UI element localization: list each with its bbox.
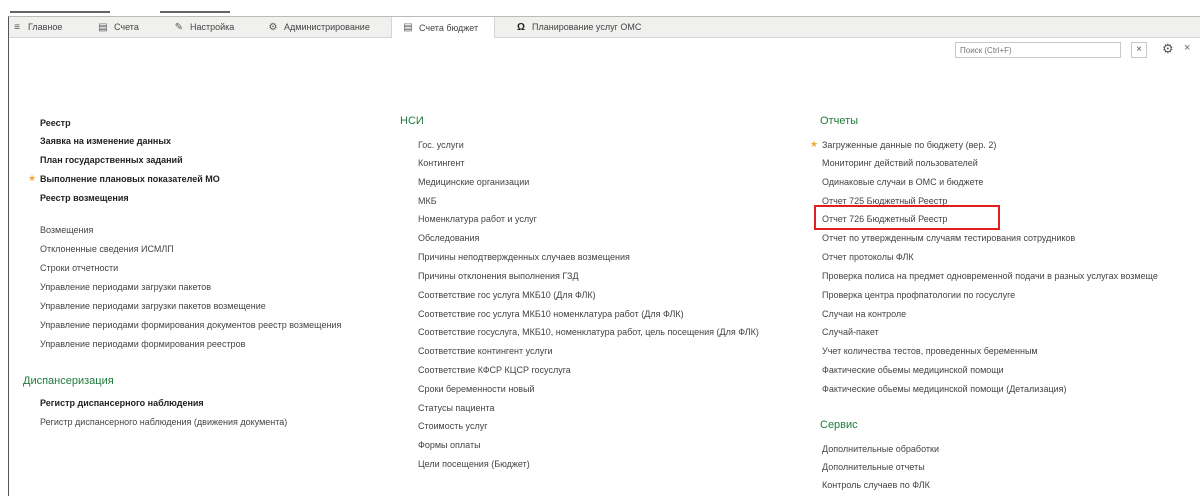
menu-link[interactable]: Номенклатура работ и услуг — [418, 214, 537, 224]
menu-link[interactable]: Соответствие гос услуга МКБ10 номенклату… — [418, 309, 684, 319]
menu-link[interactable]: Заявка на изменение данных — [40, 136, 171, 146]
menu-link[interactable]: Контингент — [418, 158, 465, 168]
menu-link[interactable]: Дополнительные обработки — [822, 444, 939, 454]
menu-link[interactable]: Причины неподтвержденных случаев возмеще… — [418, 252, 630, 262]
top-strip — [0, 0, 1200, 16]
menu-link[interactable]: Управление периодами загрузки пакетов — [40, 282, 211, 292]
tab-oms-planning[interactable]: Ω Планирование услуг ОМС — [515, 17, 641, 37]
menu-link[interactable]: Соответствие гос услуга МКБ10 (Для ФЛК) — [418, 290, 596, 300]
menu-link[interactable]: Цели посещения (Бюджет) — [418, 459, 530, 469]
menu-link[interactable]: Случай-пакет — [822, 327, 879, 337]
tab-settings[interactable]: ✎ Настройка — [173, 17, 235, 37]
menu-link[interactable]: Возмещения — [40, 225, 93, 235]
close-icon[interactable]: × — [1184, 42, 1190, 54]
omega-icon: Ω — [516, 21, 526, 33]
menu-link[interactable]: Формы оплаты — [418, 440, 481, 450]
section-title: Отчеты — [820, 115, 859, 127]
tab-label: Счета — [114, 22, 139, 32]
menu-link[interactable]: Регистр диспансерного наблюдения — [40, 398, 204, 408]
wrench-icon: ✎ — [174, 21, 184, 33]
menu-link[interactable]: Одинаковые случаи в ОМС и бюджете — [822, 177, 983, 187]
tab-accounts[interactable]: ▤ Счета — [97, 17, 139, 37]
document-icon: ▤ — [98, 21, 108, 33]
menu-link[interactable]: Проверка центра профпатологии по госуслу… — [822, 290, 1015, 300]
settings-gear-icon[interactable]: ⚙ — [1162, 41, 1174, 57]
menu-link[interactable]: Отчет протоколы ФЛК — [822, 252, 914, 262]
menu-link[interactable]: МКБ — [418, 196, 437, 206]
menu-link[interactable]: Реестр — [40, 118, 71, 128]
section-title: НСИ — [400, 115, 424, 127]
favorite-star-icon[interactable]: ★ — [810, 139, 818, 150]
search-input[interactable] — [955, 42, 1121, 58]
menu-link[interactable]: Контроль случаев по ФЛК — [822, 480, 930, 490]
tab-label: Счета бюджет — [419, 22, 479, 33]
underline-mark — [160, 11, 230, 13]
menu-link[interactable]: План государственных заданий — [40, 155, 183, 165]
tab-label: Администрирование — [284, 22, 370, 32]
tab-budget-accounts[interactable]: ▤ Счета бюджет — [391, 17, 496, 38]
menu-link[interactable]: Отчет по утвержденным случаям тестирован… — [822, 233, 1075, 243]
menu-link[interactable]: Фактические обьемы медицинской помощи (Д… — [822, 384, 1067, 394]
section-title: Сервис — [820, 419, 858, 431]
underline-mark — [10, 11, 110, 13]
menu-link[interactable]: Загруженные данные по бюджету (вер. 2) — [822, 140, 996, 150]
menu-link[interactable]: Гос. услуги — [418, 140, 464, 150]
menu-link[interactable]: Управление периодами загрузки пакетов во… — [40, 301, 266, 311]
tab-label: Настройка — [190, 22, 235, 32]
menu-link[interactable]: Статусы пациента — [418, 403, 494, 413]
menu-link[interactable]: Регистр диспансерного наблюдения (движен… — [40, 417, 287, 427]
menu-link[interactable]: Сроки беременности новый — [418, 384, 535, 394]
menu-link[interactable]: Фактические обьемы медицинской помощи — [822, 365, 1004, 375]
tab-label: Главное — [28, 22, 63, 32]
menu-link[interactable]: Проверка полиса на предмет одновременной… — [822, 271, 1158, 281]
menu-link[interactable]: Учет количества тестов, проведенных бере… — [822, 346, 1038, 356]
section-tabbar: ≡ Главное ▤ Счета ✎ Настройка ⚙ Администриро… — [9, 17, 1200, 38]
favorite-star-icon[interactable]: ★ — [28, 173, 36, 184]
clear-search-button[interactable]: × — [1131, 42, 1147, 58]
menu-link[interactable]: Отчет 726 Бюджетный Реестр — [822, 214, 947, 224]
menu-link[interactable]: Соответствие контингент услуги — [418, 346, 553, 356]
menu-link[interactable]: Случаи на контроле — [822, 309, 906, 319]
menu-link[interactable]: Выполнение плановых показателей МО — [40, 174, 220, 184]
menu-link[interactable]: Обследования — [418, 233, 479, 243]
menu-link[interactable]: Дополнительные отчеты — [822, 462, 925, 472]
menu-link[interactable]: Соответствие КФСР КЦСР госуслуга — [418, 365, 571, 375]
menu-link[interactable]: Отклоненные сведения ИСМЛП — [40, 244, 174, 254]
tab-administration[interactable]: ⚙ Администрирование — [267, 17, 370, 37]
menu-link[interactable]: Соответствие госуслуга, МКБ10, номенклат… — [418, 327, 759, 337]
tab-main[interactable]: ≡ Главное — [11, 17, 62, 37]
menu-link[interactable]: Стоимость услуг — [418, 421, 488, 431]
menu-link[interactable]: Управление периодами формирования реестр… — [40, 339, 245, 349]
menu-link[interactable]: Строки отчетности — [40, 263, 118, 273]
gear-icon: ⚙ — [268, 21, 278, 33]
tab-label: Планирование услуг ОМС — [532, 22, 642, 32]
menu-link[interactable]: Мониторинг действий пользователей — [822, 158, 978, 168]
menu-link[interactable]: Медицинские организации — [418, 177, 529, 187]
section-title: Диспансеризация — [23, 375, 114, 387]
menu-link[interactable]: Реестр возмещения — [40, 193, 129, 203]
menu-link[interactable]: Управление периодами формирования докуме… — [40, 320, 341, 330]
menu-link[interactable]: Причины отклонения выполнения ГЗД — [418, 271, 579, 281]
menu-icon: ≡ — [14, 21, 20, 33]
document-icon: ▤ — [403, 22, 413, 33]
